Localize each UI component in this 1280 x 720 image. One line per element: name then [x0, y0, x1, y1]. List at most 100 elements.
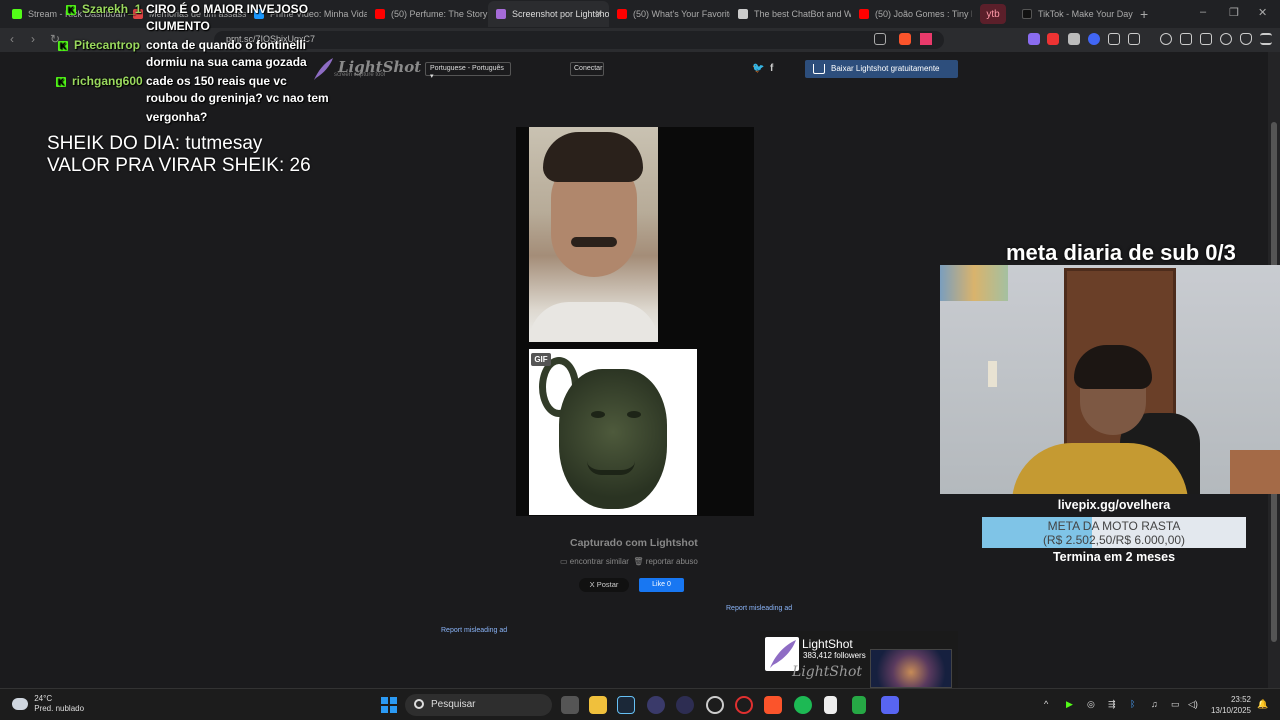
brave-icon[interactable]: [764, 696, 782, 714]
kick-icon: [12, 9, 22, 19]
report-ad-link[interactable]: Report misleading ad: [441, 627, 507, 634]
widget-page-name[interactable]: LightShot: [802, 637, 853, 651]
chat-message: K Szarekh_1 CIRO É O MAIOR INVEJOSO: [66, 0, 308, 18]
connect-button[interactable]: Conectar: [570, 62, 604, 76]
spotify-icon[interactable]: [794, 696, 812, 714]
tab-title: (50) Perfume: The Story of: [391, 9, 488, 19]
download-icon: [813, 64, 825, 74]
extension-icon[interactable]: [1068, 33, 1080, 45]
tray-icon[interactable]: ◎: [1087, 699, 1095, 710]
task-view-icon[interactable]: [561, 696, 579, 714]
jug-eye: [591, 411, 605, 418]
leo-ai-icon[interactable]: [1220, 33, 1232, 45]
new-tab-button[interactable]: +: [1140, 6, 1148, 22]
notification-icon[interactable]: 🔔: [1257, 699, 1268, 710]
x-post-button[interactable]: X Postar: [579, 578, 629, 592]
tab-group-ytb[interactable]: ytb: [980, 4, 1006, 24]
menu-icon[interactable]: [1260, 33, 1272, 45]
forward-icon[interactable]: ›: [31, 32, 35, 46]
music-icon[interactable]: [1160, 33, 1172, 45]
wallet-icon[interactable]: [1200, 33, 1212, 45]
language-select[interactable]: Portuguese - Português ▾: [425, 62, 511, 80]
kick-badge-icon: K: [66, 5, 76, 15]
tab-tiktok[interactable]: TikTok - Make Your Day: [1014, 1, 1134, 27]
tab[interactable]: (50) João Gomes : Tiny De: [851, 1, 972, 27]
tab[interactable]: Screenshot por Lightshot ✕: [488, 1, 609, 27]
chat-message: CIUMENTO: [146, 17, 210, 35]
network-icon[interactable]: ▭: [1171, 699, 1180, 710]
report-abuse-link[interactable]: reportar abuso: [646, 557, 698, 566]
chat-nick: Pitecantrop: [74, 38, 141, 52]
webcam-light-switch: [988, 361, 997, 387]
screenshot-icon[interactable]: [1128, 33, 1140, 45]
chat-message: roubou do greninja? vc nao tem: [146, 89, 329, 107]
windows-taskbar: 24°C Pred. nublado Pesquisar ^ ▶ ◎ ⇶ ᛒ ♫…: [0, 688, 1280, 720]
tab[interactable]: (50) Perfume: The Story of: [367, 1, 488, 27]
chatbot-icon: [738, 9, 748, 19]
find-similar-link[interactable]: encontrar similar: [570, 557, 629, 566]
twitter-icon[interactable]: 🐦: [752, 63, 764, 74]
taskbar-clock[interactable]: 23:52 13/10/2025: [1205, 694, 1251, 716]
bluetooth-icon[interactable]: ᛒ: [1130, 699, 1135, 709]
tray-icon[interactable]: ⇶: [1108, 699, 1116, 710]
obs-icon[interactable]: [706, 696, 724, 714]
back-icon[interactable]: ‹: [10, 32, 14, 46]
gif-badge: GIF: [531, 353, 551, 366]
brave-shield-icon[interactable]: [899, 33, 911, 45]
facebook-icon[interactable]: f: [770, 63, 773, 74]
cast-icon[interactable]: [874, 33, 886, 45]
lightshot-logo[interactable]: LightShot screen capture tool: [312, 57, 421, 81]
chat-text: vergonha?: [146, 110, 208, 124]
tab-title: (50) What's Your Favorite: [633, 9, 730, 19]
app-icon[interactable]: [647, 696, 665, 714]
taskbar-search[interactable]: Pesquisar: [405, 694, 552, 716]
close-window-icon[interactable]: ✕: [1258, 6, 1267, 19]
tab[interactable]: The best ChatBot and We: [730, 1, 851, 27]
kick-app-icon[interactable]: [852, 696, 866, 714]
address-bar[interactable]: prnt.sc/7IOSbixUqxC7: [214, 31, 944, 49]
sidebar-icon[interactable]: [1180, 33, 1192, 45]
brave-rewards-icon[interactable]: [920, 33, 932, 45]
facebook-page-widget[interactable]: LightShot 383,412 followers LightShot: [760, 631, 958, 688]
tab[interactable]: (50) What's Your Favorite: [609, 1, 730, 27]
puzzle-icon[interactable]: [1108, 33, 1120, 45]
file-icon[interactable]: [824, 696, 837, 714]
close-tab-icon[interactable]: ✕: [595, 9, 603, 20]
file-explorer-icon[interactable]: [589, 696, 607, 714]
screenshot-gif-jug: [529, 349, 697, 515]
donation-goal-bar: META DA MOTO RASTA (R$ 2.502,50/R$ 6.000…: [982, 517, 1246, 548]
goal-name: META DA MOTO RASTA: [1047, 519, 1181, 533]
extension-icon[interactable]: [1047, 33, 1059, 45]
sub-goal-title: meta diaria de sub 0/3: [1006, 240, 1236, 265]
vpn-shield-icon[interactable]: [1240, 33, 1252, 45]
microphone-icon[interactable]: ♫: [1151, 699, 1158, 709]
app-icon[interactable]: [676, 696, 694, 714]
weather-widget[interactable]: 24°C Pred. nublado: [12, 694, 84, 714]
feather-icon: [314, 58, 333, 80]
download-button[interactable]: Baixar Lightshot gratuitamente: [805, 60, 958, 78]
caption-text: Capturado com Lightshot: [570, 537, 698, 549]
minimize-icon[interactable]: –: [1200, 6, 1206, 18]
screenshot-photo: [529, 127, 658, 342]
kick-tray-icon[interactable]: ▶: [1066, 699, 1073, 710]
maximize-icon[interactable]: ❐: [1229, 6, 1239, 19]
chat-text: dormiu na sua cama gozada: [146, 55, 307, 69]
extension-icon[interactable]: [1028, 33, 1040, 45]
chevron-up-icon[interactable]: ^: [1044, 699, 1048, 709]
chat-text: conta de quando o fontinelli: [146, 38, 306, 52]
opera-icon[interactable]: [735, 696, 753, 714]
sheik-overlay: SHEIK DO DIA: tutmesay VALOR PRA VIRAR S…: [47, 133, 311, 177]
steam-icon[interactable]: [617, 696, 635, 714]
chat-text: roubou do greninja? vc nao tem: [146, 91, 329, 105]
goal-amount: (R$ 2.502,50/R$ 6.000,00): [1042, 533, 1186, 547]
volume-icon[interactable]: ◁): [1188, 699, 1198, 710]
extension-icon[interactable]: [1088, 33, 1100, 45]
facebook-like-button[interactable]: Like 0: [639, 578, 684, 592]
discord-icon[interactable]: [881, 696, 899, 714]
report-ad-link[interactable]: Report misleading ad: [726, 605, 792, 612]
photo-mustache: [571, 237, 617, 247]
tab-title: (50) João Gomes : Tiny De: [875, 9, 972, 19]
chat-message: vergonha?: [146, 108, 207, 126]
livepix-link: livepix.gg/ovelhera: [1057, 498, 1171, 512]
windows-start-icon[interactable]: [381, 697, 397, 713]
